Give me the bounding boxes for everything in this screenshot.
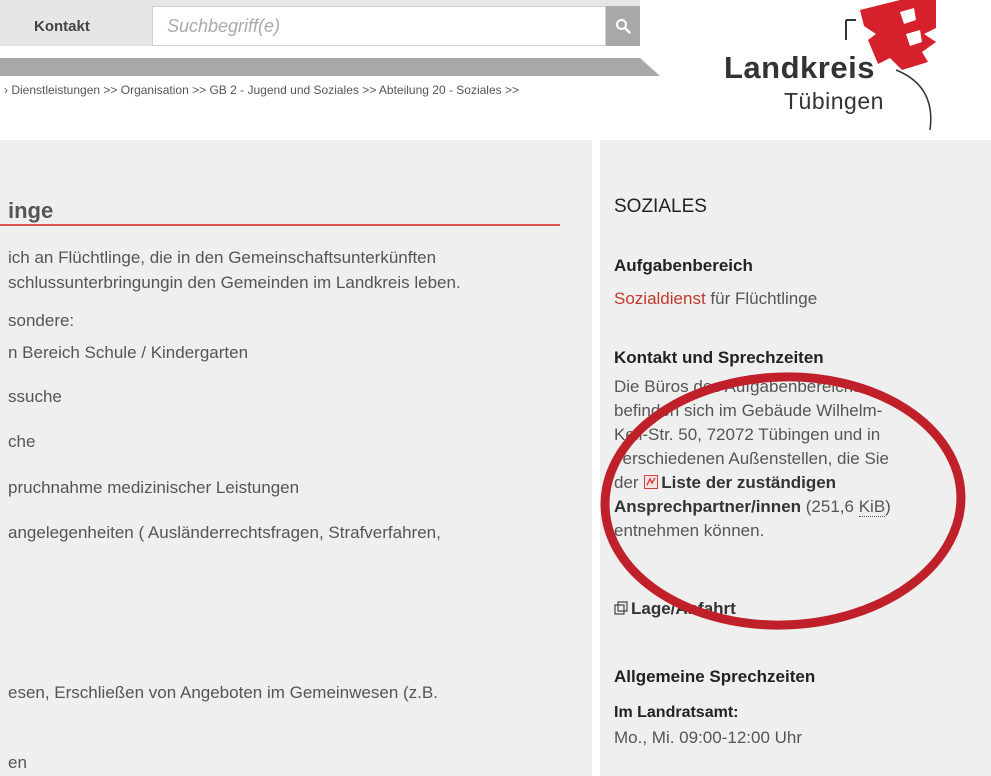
main-content: inge ich an Flüchtlinge, die in den Geme… bbox=[0, 140, 592, 776]
kontakt-link[interactable]: Kontakt bbox=[30, 6, 150, 46]
pdf-icon bbox=[644, 475, 659, 489]
search-input[interactable]: Suchbegriff(e) bbox=[152, 6, 606, 46]
list-item: ssuche bbox=[8, 387, 62, 406]
liste-ansprechpartner-link-2[interactable]: Ansprechpartner/innen bbox=[614, 497, 801, 516]
filesize-unit: KiB bbox=[858, 497, 886, 517]
page-header: Kontakt Suchbegriff(e) › Dienstleistunge… bbox=[0, 0, 991, 140]
external-link-icon bbox=[614, 601, 628, 615]
list-item: n Bereich Schule / Kindergarten bbox=[8, 343, 249, 362]
search-button[interactable] bbox=[606, 6, 640, 46]
kontakt-line: Die Büros des Aufgabenbereichs bbox=[614, 377, 862, 396]
kontakt-line: Keil-Str. 50, 72072 Tübingen und in bbox=[614, 425, 881, 444]
kontakt-line: Ansprechpartner/innen (251,6 KiB) bbox=[614, 495, 891, 519]
logo-text-tuebingen: Tübingen bbox=[784, 88, 884, 114]
lage-anfahrt-row[interactable]: Lage/Anfahrt bbox=[614, 597, 736, 621]
landkreis-logo[interactable]: Landkreis Tübingen bbox=[700, 0, 980, 135]
aufgabenbereich-rest: für Flüchtlinge bbox=[705, 289, 818, 308]
list-item: che bbox=[8, 432, 36, 451]
kontakt-line: der Liste der zuständigen bbox=[614, 471, 836, 495]
kontakt-line: verschiedenen Außenstellen, die Sie bbox=[614, 449, 890, 468]
list-item: pruchnahme medizinischer Leistungen bbox=[8, 478, 300, 497]
landratsamt-label: Im Landratsamt: bbox=[614, 704, 739, 721]
filesize-suffix: ) bbox=[885, 497, 891, 516]
header-decor-bar bbox=[0, 58, 660, 76]
content-line: sondere: bbox=[8, 311, 75, 330]
kontakt-der: der bbox=[614, 473, 644, 492]
list-item: esen, Erschließen von Angeboten im Gemei… bbox=[8, 683, 438, 702]
top-bar: Kontakt Suchbegriff(e) bbox=[0, 0, 640, 46]
kontakt-heading: Kontakt und Sprechzeiten bbox=[614, 348, 824, 367]
kontakt-line: entnehmen können. bbox=[614, 521, 765, 540]
filesize-prefix: (251,6 bbox=[801, 497, 859, 516]
lage-anfahrt-link[interactable]: Lage/Anfahrt bbox=[631, 599, 736, 618]
column-divider bbox=[592, 140, 600, 776]
content-line: ich an Flüchtlinge, die in den Gemeinsch… bbox=[8, 248, 437, 267]
sidebar-title: SOZIALES bbox=[614, 196, 707, 217]
sidebar: SOZIALES Aufgabenbereich Sozialdienst fü… bbox=[600, 140, 991, 776]
opening-hours: Mo., Mi. 09:00-12:00 Uhr bbox=[614, 728, 803, 747]
sozialdienst-link[interactable]: Sozialdienst bbox=[614, 289, 706, 308]
kontakt-line: befinden sich im Gebäude Wilhelm- bbox=[614, 401, 883, 420]
liste-ansprechpartner-link[interactable]: Liste der zuständigen bbox=[661, 473, 836, 492]
list-item: en bbox=[8, 753, 27, 772]
logo-text-landkreis: Landkreis bbox=[724, 50, 875, 85]
content-line: schlussunterbringungin den Gemeinden im … bbox=[8, 273, 461, 292]
search-icon bbox=[616, 19, 631, 34]
page-title: inge bbox=[8, 198, 54, 223]
sprechzeiten-heading: Allgemeine Sprechzeiten bbox=[614, 667, 816, 686]
breadcrumb[interactable]: › Dienstleistungen >> Organisation >> GB… bbox=[4, 83, 519, 97]
title-divider bbox=[0, 224, 560, 226]
aufgabenbereich-heading: Aufgabenbereich bbox=[614, 256, 753, 275]
list-item: angelegenheiten ( Ausländerrechtsfragen,… bbox=[8, 523, 441, 542]
aufgabenbereich-text: Sozialdienst für Flüchtlinge bbox=[614, 287, 817, 311]
